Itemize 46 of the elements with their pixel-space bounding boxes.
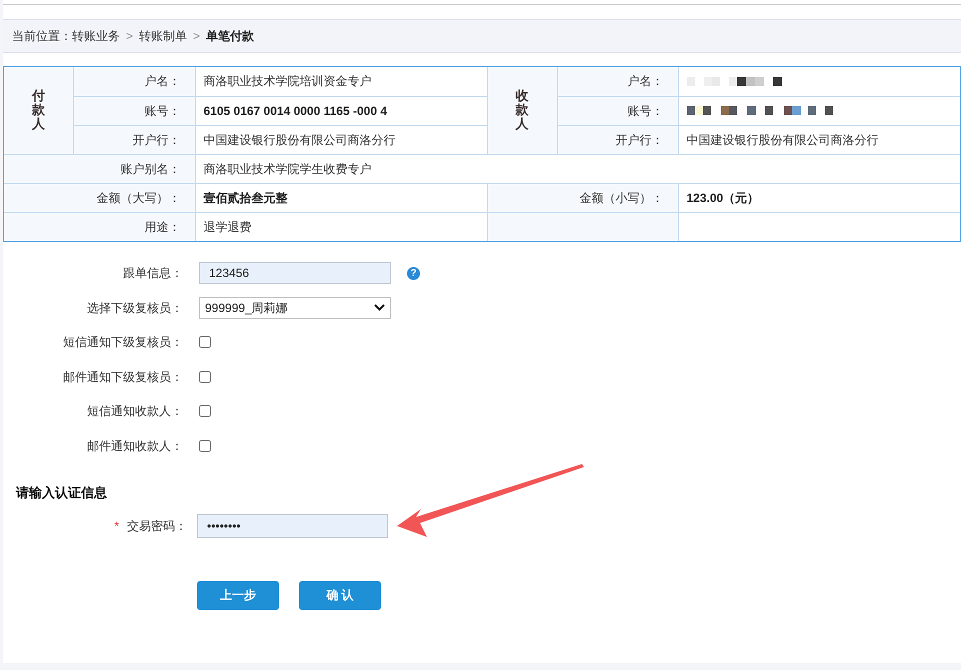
field-label: 账号： bbox=[73, 96, 195, 125]
field-label: 短信通知下级复核员： bbox=[62, 334, 183, 352]
chevron-down-icon bbox=[374, 304, 385, 312]
field-label: 户名： bbox=[73, 67, 195, 96]
field-label: 交易密码： bbox=[127, 518, 187, 536]
field-label: 金额（大写）： bbox=[4, 183, 195, 212]
help-icon[interactable]: ? bbox=[407, 266, 420, 280]
field-label: 短信通知收款人： bbox=[86, 403, 183, 420]
tracking-input[interactable]: 123456 bbox=[199, 262, 391, 284]
field-value: 壹佰贰拾叁元整 bbox=[195, 183, 487, 212]
field-value: 中国建设银行股份有限公司商洛分行 bbox=[195, 125, 487, 154]
field-label: 选择下级复核员： bbox=[86, 300, 183, 317]
breadcrumb-current: 单笔付款 bbox=[206, 28, 254, 45]
previous-step-button[interactable]: 上一步 bbox=[197, 580, 279, 610]
field-label: 户名： bbox=[557, 67, 678, 96]
field-value: 中国建设银行股份有限公司商洛分行 bbox=[678, 125, 960, 154]
party-header: 付款人 bbox=[4, 67, 73, 154]
checkbox[interactable] bbox=[199, 336, 211, 348]
field-value: 123.00（元） bbox=[678, 183, 960, 212]
field-label: 账号： bbox=[557, 96, 678, 125]
breadcrumb-link[interactable]: 转账制单 bbox=[139, 27, 188, 45]
password-input[interactable]: •••••••• bbox=[197, 514, 388, 538]
field-label: 邮件通知下级复核员： bbox=[62, 368, 183, 386]
breadcrumb-separator: > bbox=[126, 28, 134, 45]
breadcrumb-link[interactable]: 转账业务 bbox=[72, 27, 120, 45]
field-label: 用途： bbox=[4, 212, 195, 241]
field-value: 退学退费 bbox=[195, 212, 487, 241]
field-label: 跟单信息： bbox=[122, 265, 183, 282]
party-header: 收款人 bbox=[487, 67, 557, 154]
field-label: 开户行： bbox=[73, 125, 195, 154]
required-mark: * bbox=[114, 518, 119, 536]
section-title: 请输入认证信息 bbox=[14, 485, 108, 501]
field-label: 金额（小写）： bbox=[487, 183, 678, 212]
confirm-button[interactable]: 确 认 bbox=[299, 580, 381, 610]
field-label: 账户别名： bbox=[4, 154, 195, 183]
field-label: 开户行： bbox=[557, 125, 678, 154]
checkbox[interactable] bbox=[199, 370, 211, 383]
field-label: 邮件通知收款人： bbox=[86, 438, 183, 455]
checkbox[interactable] bbox=[199, 440, 211, 452]
checkbox[interactable] bbox=[199, 405, 211, 418]
reviewer-select[interactable]: 999999_周莉娜 bbox=[199, 296, 391, 319]
field-value: 商洛职业技术学院学生收费专户 bbox=[195, 154, 960, 183]
field-value: 商洛职业技术学院培训资金专户 bbox=[195, 67, 487, 96]
breadcrumb-separator: > bbox=[193, 28, 200, 45]
breadcrumb-label: 当前位置： bbox=[12, 28, 72, 45]
field-value: 6105 0167 0014 0000 1165 -000 4 bbox=[195, 96, 487, 125]
